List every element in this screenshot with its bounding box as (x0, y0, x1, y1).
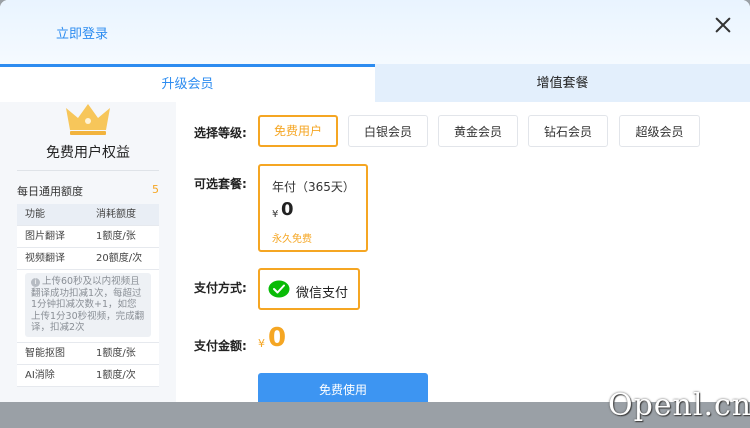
feature-name: AI消除 (25, 369, 55, 381)
crown-icon (66, 104, 110, 135)
daily-quota-label: 每日通用额度 (17, 185, 83, 198)
feature-name: 智能抠图 (25, 347, 65, 359)
level-gold-button[interactable]: 黄金会员 (438, 115, 518, 147)
free-use-button[interactable]: 免费使用 (258, 373, 428, 402)
tab-bar: 升级会员 增值套餐 (0, 64, 750, 102)
amount-value: 0 (268, 323, 287, 353)
level-free-button[interactable]: 免费用户 (258, 115, 338, 147)
membership-dialog: 立即登录 升级会员 增值套餐 免费用户权益 每日通用额度 5 功能 消耗额度 图… (0, 0, 750, 402)
benefits-sidebar: 免费用户权益 每日通用额度 5 功能 消耗额度 图片翻译 1额度/张 视频翻译 … (0, 102, 176, 402)
amount-label: 支付金额: (194, 339, 247, 353)
level-diamond-button[interactable]: 钻石会员 (528, 115, 608, 147)
video-note-row: i 上传60秒及以内视频且翻译成功扣减1次，每超过1分钟扣减次数+1，如您上传1分… (17, 270, 159, 343)
benefits-title: 免费用户权益 (17, 142, 159, 171)
close-icon[interactable] (712, 14, 734, 36)
feature-name: 视频翻译 (25, 253, 65, 264)
level-label: 选择等级: (194, 126, 247, 140)
tab-addon-packages[interactable]: 增值套餐 (375, 64, 750, 102)
table-header: 功能 消耗额度 (17, 204, 159, 226)
plan-label: 可选套餐: (194, 177, 247, 191)
watermark: Openl.cn (608, 388, 750, 423)
feature-column-header: 功能 (25, 209, 45, 220)
table-row: 图片翻译 1额度/张 (17, 226, 159, 248)
plan-description: 永久免费 (272, 234, 312, 245)
payment-method-label: 支付方式: (194, 281, 247, 295)
video-note-text: 上传60秒及以内视频且翻译成功扣减1次，每超过1分钟扣减次数+1，如您上传1分3… (31, 276, 145, 333)
feature-cost: 1额度/张 (96, 231, 136, 242)
daily-quota-count: 5 (152, 183, 159, 196)
wechat-icon (268, 280, 290, 298)
feature-cost-table: 功能 消耗额度 图片翻译 1额度/张 视频翻译 20额度/次 i 上传60秒及以内… (17, 204, 159, 387)
table-row: 智能抠图 1额度/张 (17, 342, 159, 365)
feature-cost: 1额度/张 (96, 347, 136, 359)
plan-currency: ¥ (272, 209, 279, 220)
dialog-header: 立即登录 (0, 0, 750, 64)
tab-upgrade-membership[interactable]: 升级会员 (0, 64, 375, 102)
cost-column-header: 消耗额度 (96, 209, 136, 220)
wechat-pay-label: 微信支付 (296, 286, 349, 301)
wechat-pay-option[interactable]: 微信支付 (258, 268, 360, 310)
login-link[interactable]: 立即登录 (56, 23, 108, 42)
table-row: 视频翻译 20额度/次 (17, 248, 159, 270)
feature-cost: 1额度/次 (96, 369, 136, 381)
plan-card[interactable]: 年付（365天） ¥ 0 永久免费 (258, 164, 368, 252)
plan-name: 年付（365天） (272, 180, 355, 194)
feature-cost: 20额度/次 (96, 253, 143, 264)
video-note: i 上传60秒及以内视频且翻译成功扣减1次，每超过1分钟扣减次数+1，如您上传1分… (25, 273, 151, 337)
feature-name: 图片翻译 (25, 231, 65, 242)
level-silver-button[interactable]: 白银会员 (348, 115, 428, 147)
plan-price: 0 (281, 199, 294, 220)
level-super-button[interactable]: 超级会员 (619, 115, 700, 147)
table-row: AI消除 1额度/次 (17, 364, 159, 387)
amount-currency: ¥ (258, 337, 265, 350)
info-icon: i (31, 278, 40, 287)
purchase-panel: 选择等级: 免费用户 白银会员 黄金会员 钻石会员 超级会员 可选套餐: 年付（… (176, 102, 750, 402)
